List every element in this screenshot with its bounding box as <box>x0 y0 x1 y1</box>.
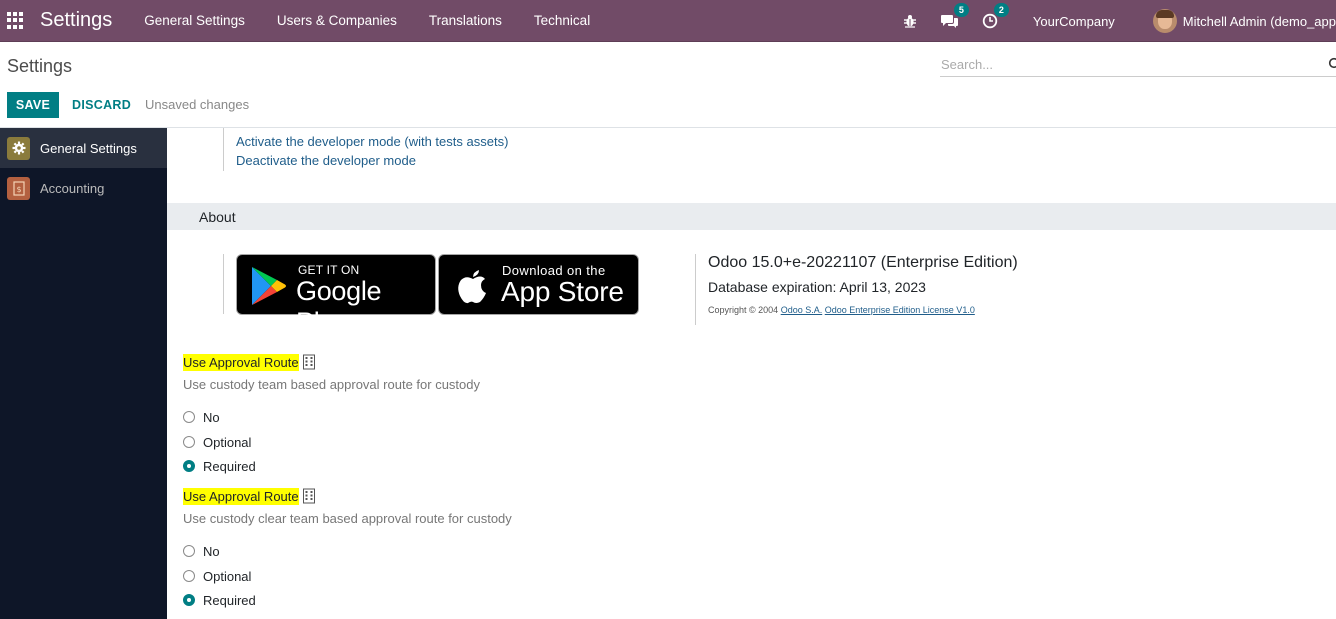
radio-label: Optional <box>203 568 252 584</box>
setting-description: Use custody team based approval route fo… <box>183 377 480 393</box>
radio-label: No <box>203 409 220 425</box>
control-panel: Settings SAVE DISCARD Unsaved changes <box>0 43 1336 128</box>
company-switcher[interactable]: YourCompany <box>1033 14 1115 29</box>
radio-option-no[interactable]: No <box>183 405 480 429</box>
activities-count-badge: 2 <box>993 3 1009 17</box>
accounting-icon: $ <box>7 176 30 200</box>
radio-button-selected[interactable] <box>183 594 195 607</box>
menu-users-companies[interactable]: Users & Companies <box>277 13 397 28</box>
save-button[interactable]: SAVE <box>7 92 59 118</box>
settings-sidebar: General Settings $ Accounting <box>0 128 167 619</box>
menu-general-settings[interactable]: General Settings <box>144 13 245 28</box>
discard-button[interactable]: DISCARD <box>66 92 137 118</box>
search-input[interactable] <box>940 53 1320 75</box>
about-title: About <box>199 209 236 225</box>
apps-menu-icon[interactable] <box>7 11 25 30</box>
radio-option-optional[interactable]: Optional <box>183 430 480 454</box>
gear-icon <box>7 136 30 160</box>
setting-description: Use custody clear team based approval ro… <box>183 511 512 527</box>
app-store-button[interactable]: Download on the App Store <box>438 254 639 315</box>
app-title: Settings <box>40 9 113 31</box>
activate-dev-mode-assets-link[interactable]: Activate the developer mode (with tests … <box>236 134 508 149</box>
radio-button-selected[interactable] <box>183 460 195 473</box>
database-expiration: Database expiration: April 13, 2023 <box>708 279 926 295</box>
odoo-sa-link[interactable]: Odoo S.A. <box>781 305 823 315</box>
search-icon[interactable] <box>1328 57 1336 74</box>
about-section-header: About <box>167 203 1336 230</box>
radio-button[interactable] <box>183 570 195 583</box>
google-play-small-text: GET IT ON <box>298 263 360 277</box>
license-link[interactable]: Odoo Enterprise Edition License V1.0 <box>825 305 975 315</box>
google-play-button[interactable]: GET IT ON Google Play <box>236 254 436 337</box>
radio-button[interactable] <box>183 436 195 449</box>
avatar <box>1152 9 1177 33</box>
user-menu[interactable]: Mitchell Admin (demo_app <box>1152 9 1336 33</box>
radio-option-required[interactable]: Required <box>183 588 512 612</box>
apple-icon <box>458 270 486 304</box>
settings-main: Activate the developer mode (with tests … <box>167 128 1336 619</box>
deactivate-dev-mode-link[interactable]: Deactivate the developer mode <box>236 153 416 168</box>
radio-label: Required <box>203 458 256 474</box>
sidebar-item-label: General Settings <box>40 140 137 156</box>
developer-mode-block: Activate the developer mode (with tests … <box>223 128 508 171</box>
activities-icon[interactable]: 2 <box>981 3 1009 30</box>
search-box <box>940 53 1336 77</box>
bug-icon[interactable] <box>901 12 919 30</box>
radio-option-optional[interactable]: Optional <box>183 564 512 588</box>
sidebar-item-accounting[interactable]: $ Accounting <box>0 168 167 208</box>
approval-route-setting-1: Use Approval Route Use custody team base… <box>183 354 480 478</box>
sidebar-item-general-settings[interactable]: General Settings <box>0 128 167 168</box>
odoo-version: Odoo 15.0+e-20221107 (Enterprise Edition… <box>708 254 1018 271</box>
company-specific-icon <box>302 354 316 373</box>
copyright-text: Copyright © 2004 Odoo S.A. Odoo Enterpri… <box>708 305 975 315</box>
unsaved-status: Unsaved changes <box>145 97 250 112</box>
version-info: Odoo 15.0+e-20221107 (Enterprise Edition… <box>695 254 1018 325</box>
setting-label: Use Approval Route <box>183 488 299 505</box>
messages-count-badge: 5 <box>953 3 969 17</box>
setting-label: Use Approval Route <box>183 354 299 371</box>
messages-icon[interactable]: 5 <box>940 3 969 30</box>
sidebar-item-label: Accounting <box>40 180 105 196</box>
menu-technical[interactable]: Technical <box>534 13 590 28</box>
user-name: Mitchell Admin (demo_app <box>1182 13 1336 29</box>
radio-label: No <box>203 543 220 559</box>
radio-label: Optional <box>203 434 252 450</box>
top-navbar: Settings General Settings Users & Compan… <box>0 0 1336 42</box>
svg-text:$: $ <box>16 185 21 194</box>
page-title: Settings <box>7 56 73 76</box>
radio-label: Required <box>203 592 256 608</box>
app-store-links: GET IT ON Google Play Download on the Ap… <box>223 254 639 337</box>
radio-option-required[interactable]: Required <box>183 454 480 478</box>
google-play-icon <box>252 267 286 305</box>
radio-button[interactable] <box>183 411 195 424</box>
menu-translations[interactable]: Translations <box>429 13 502 28</box>
radio-option-no[interactable]: No <box>183 539 512 563</box>
approval-route-setting-2: Use Approval Route Use custody clear tea… <box>183 488 512 612</box>
app-store-big-text: App Store <box>501 276 624 307</box>
radio-button[interactable] <box>183 545 195 558</box>
company-specific-icon <box>302 488 316 507</box>
google-play-big-text: Google Play <box>296 276 382 337</box>
